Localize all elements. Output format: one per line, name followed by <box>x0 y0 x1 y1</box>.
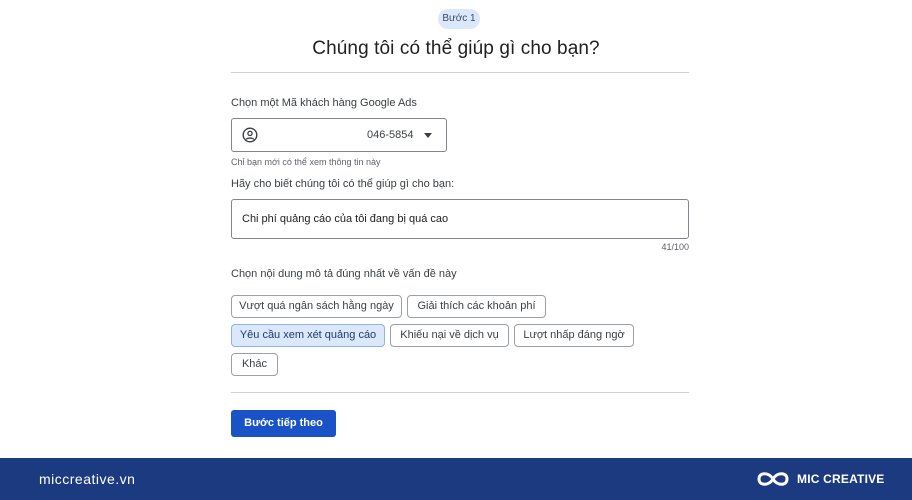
account-circle-icon <box>242 127 258 143</box>
chip-other[interactable]: Khác <box>231 353 278 376</box>
next-step-button[interactable]: Bước tiếp theo <box>231 410 336 437</box>
account-select[interactable]: 046-5854 <box>231 118 447 152</box>
help-label: Hãy cho biết chúng tôi có thể giúp gì ch… <box>231 178 455 190</box>
category-label: Chọn nội dung mô tả đúng nhất về vấn đề … <box>231 268 457 280</box>
bottom-divider <box>231 392 689 393</box>
account-label: Chọn một Mã khách hàng Google Ads <box>231 97 417 109</box>
chip-suspicious-clicks[interactable]: Lượt nhấp đáng ngờ <box>514 324 634 347</box>
chip-explain-charges[interactable]: Giải thích các khoản phí <box>407 295 546 318</box>
chip-exceed-daily-budget[interactable]: Vượt quá ngân sách hằng ngày <box>231 295 402 318</box>
footer-bar: miccreative.vn MIC CREATIVE <box>0 458 912 500</box>
infinity-logo-icon <box>757 472 789 486</box>
issue-description-value: Chi phí quảng cáo của tôi đang bị quá ca… <box>242 213 449 225</box>
chip-service-complaint[interactable]: Khiếu nại về dịch vụ <box>390 324 509 347</box>
account-helper-text: Chỉ bạn mới có thể xem thông tin này <box>231 157 381 167</box>
footer-site[interactable]: miccreative.vn <box>39 471 135 487</box>
step-badge: Bước 1 <box>438 9 480 29</box>
account-value: 046-5854 <box>367 129 414 141</box>
top-divider <box>231 72 689 73</box>
chip-ad-review-request[interactable]: Yêu cầu xem xét quảng cáo <box>231 324 385 347</box>
page-title: Chúng tôi có thể giúp gì cho bạn? <box>312 38 600 59</box>
character-counter: 41/100 <box>661 242 689 252</box>
issue-description-input[interactable]: Chi phí quảng cáo của tôi đang bị quá ca… <box>231 199 689 239</box>
footer-brand: MIC CREATIVE <box>797 472 885 486</box>
chevron-down-icon <box>424 133 432 138</box>
